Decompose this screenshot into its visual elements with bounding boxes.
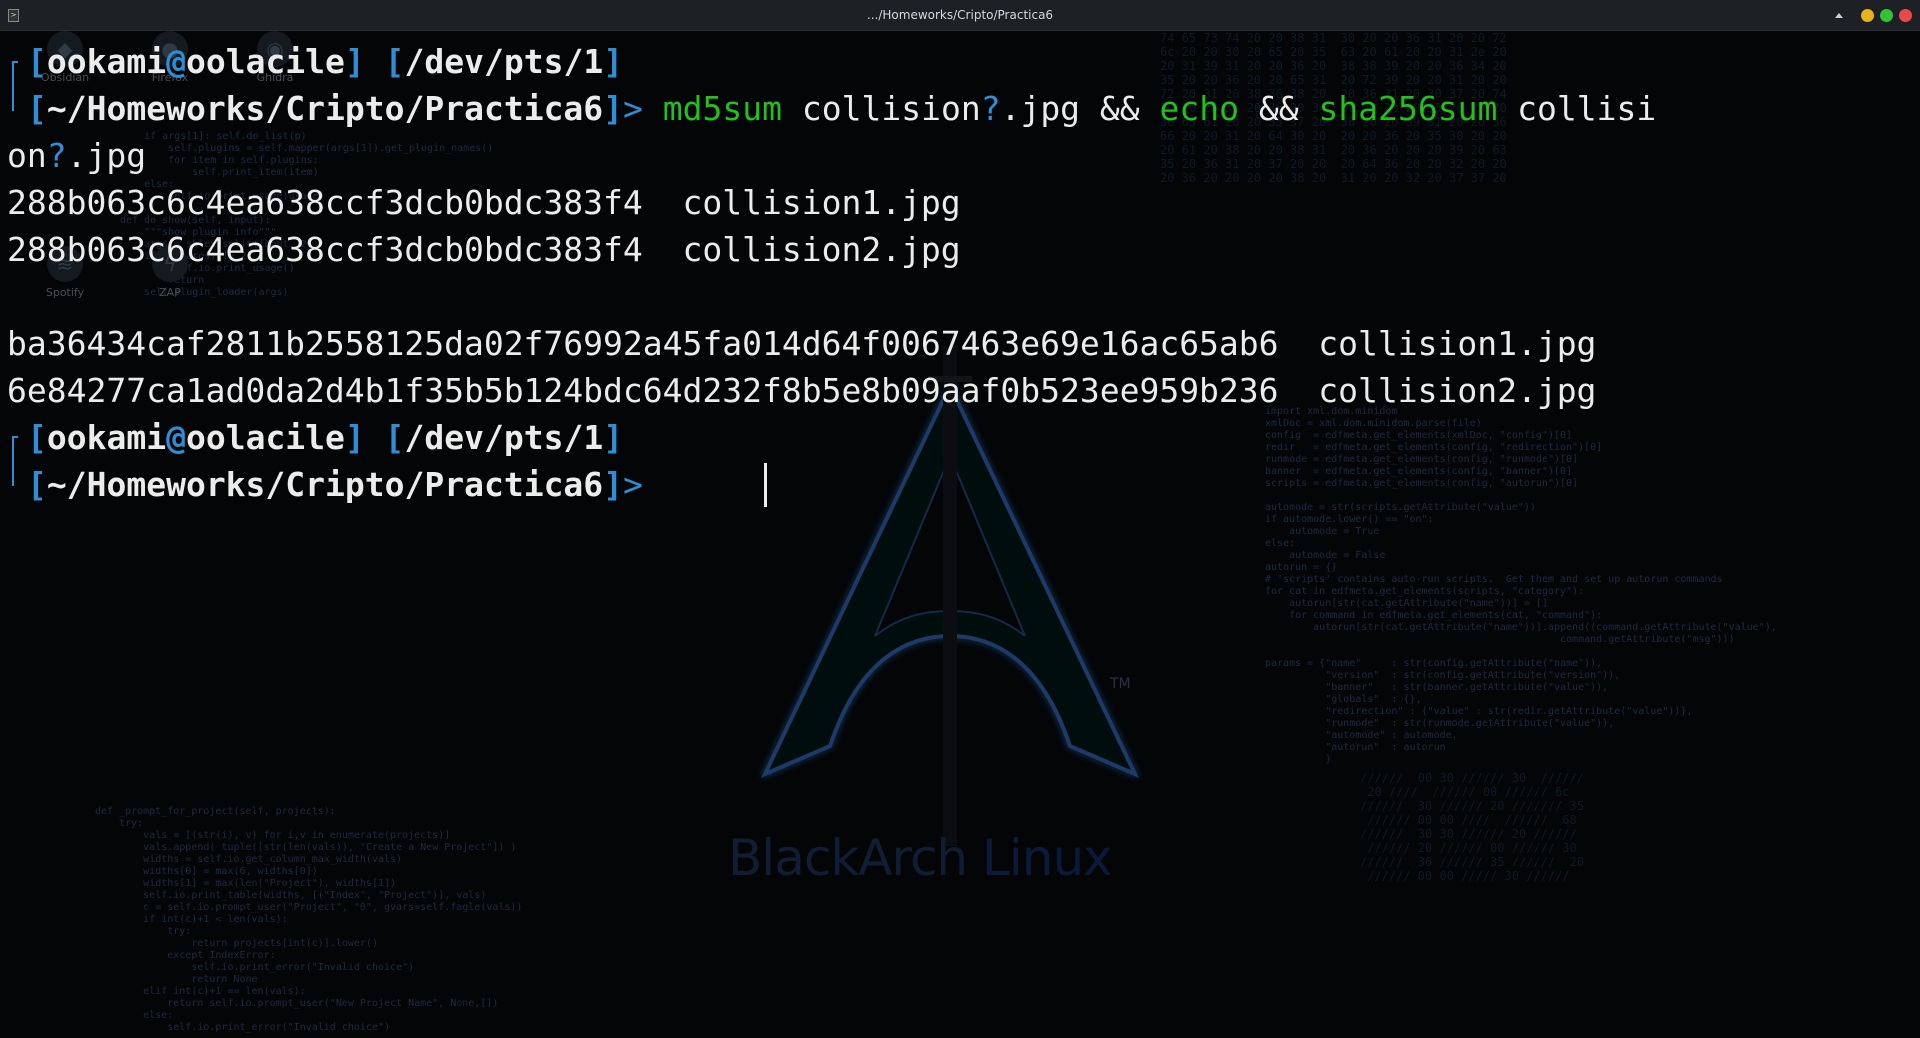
close-button[interactable]	[1899, 9, 1912, 22]
prompt-bracket	[12, 61, 18, 111]
prompt-tty: /dev/pts/1	[404, 418, 604, 457]
prompt-header: [ookami@oolacile] [/dev/pts/1]	[27, 42, 624, 81]
md5-output-row: 288b063c6c4ea638ccf3dcb0bdc383f4 collisi…	[7, 180, 961, 226]
command-echo: echo	[1159, 89, 1240, 128]
prompt-cwd: ~/Homeworks/Cripto/Practica6	[46, 465, 604, 504]
text-cursor	[764, 463, 767, 507]
prompt-header: [ookami@oolacile] [/dev/pts/1]	[27, 418, 624, 457]
sha256-output-row: ba36434caf2811b2558125da02f76992a45fa014…	[7, 321, 1596, 367]
command-args: collisi	[1497, 89, 1657, 128]
sha256-output-row: 6e84277ca1ad0da2d4b1f35b5b124bdc64d232f8…	[7, 368, 1596, 414]
prompt-at: @	[166, 42, 186, 81]
command-md5sum: md5sum	[662, 89, 783, 128]
file-name: collision1.jpg	[1318, 324, 1597, 363]
command-line: [~/Homeworks/Cripto/Practica6]> md5sum c…	[27, 89, 1657, 128]
command-args: &&	[1239, 89, 1319, 128]
window-title: .../Homeworks/Cripto/Practica6	[866, 8, 1054, 22]
command-glob: ?	[980, 89, 1001, 128]
prompt-cwd: ~/Homeworks/Cripto/Practica6	[46, 89, 604, 128]
prompt-host: oolacile	[185, 418, 345, 457]
command-args: .jpg &&	[1000, 89, 1160, 128]
hash-value: ba36434caf2811b2558125da02f76992a45fa014…	[7, 324, 1279, 363]
window-controls	[1835, 9, 1912, 22]
prompt-user: ookami	[46, 418, 167, 457]
hash-value: 6e84277ca1ad0da2d4b1f35b5b124bdc64d232f8…	[7, 371, 1279, 410]
maximize-button[interactable]	[1880, 9, 1893, 22]
hash-value: 288b063c6c4ea638ccf3dcb0bdc383f4	[7, 230, 643, 269]
command-args: collision	[782, 89, 981, 128]
minimize-button[interactable]	[1861, 9, 1874, 22]
command-wrap-line: on?.jpg	[7, 136, 147, 175]
prompt-at: @	[166, 418, 186, 457]
hash-value: 288b063c6c4ea638ccf3dcb0bdc383f4	[7, 183, 643, 222]
chevron-up-icon[interactable]	[1835, 13, 1843, 18]
terminal-content[interactable]: [ookami@oolacile] [/dev/pts/1] [~/Homewo…	[0, 31, 1920, 1038]
file-name: collision2.jpg	[682, 230, 961, 269]
command-sha256sum: sha256sum	[1318, 89, 1498, 128]
command-glob: ?	[46, 136, 67, 175]
prompt-host: oolacile	[185, 42, 345, 81]
title-bar[interactable]: > .../Homeworks/Cripto/Practica6	[0, 0, 1920, 31]
prompt-bracket	[12, 436, 18, 486]
prompt-tty: /dev/pts/1	[404, 42, 604, 81]
current-prompt-line[interactable]: [~/Homeworks/Cripto/Practica6]>	[27, 462, 663, 508]
file-name: collision1.jpg	[682, 183, 961, 222]
terminal-window: > .../Homeworks/Cripto/Practica6 if args…	[0, 0, 1920, 1038]
prompt-user: ookami	[46, 42, 167, 81]
md5-output-row: 288b063c6c4ea638ccf3dcb0bdc383f4 collisi…	[7, 227, 961, 273]
file-name: collision2.jpg	[1318, 371, 1597, 410]
